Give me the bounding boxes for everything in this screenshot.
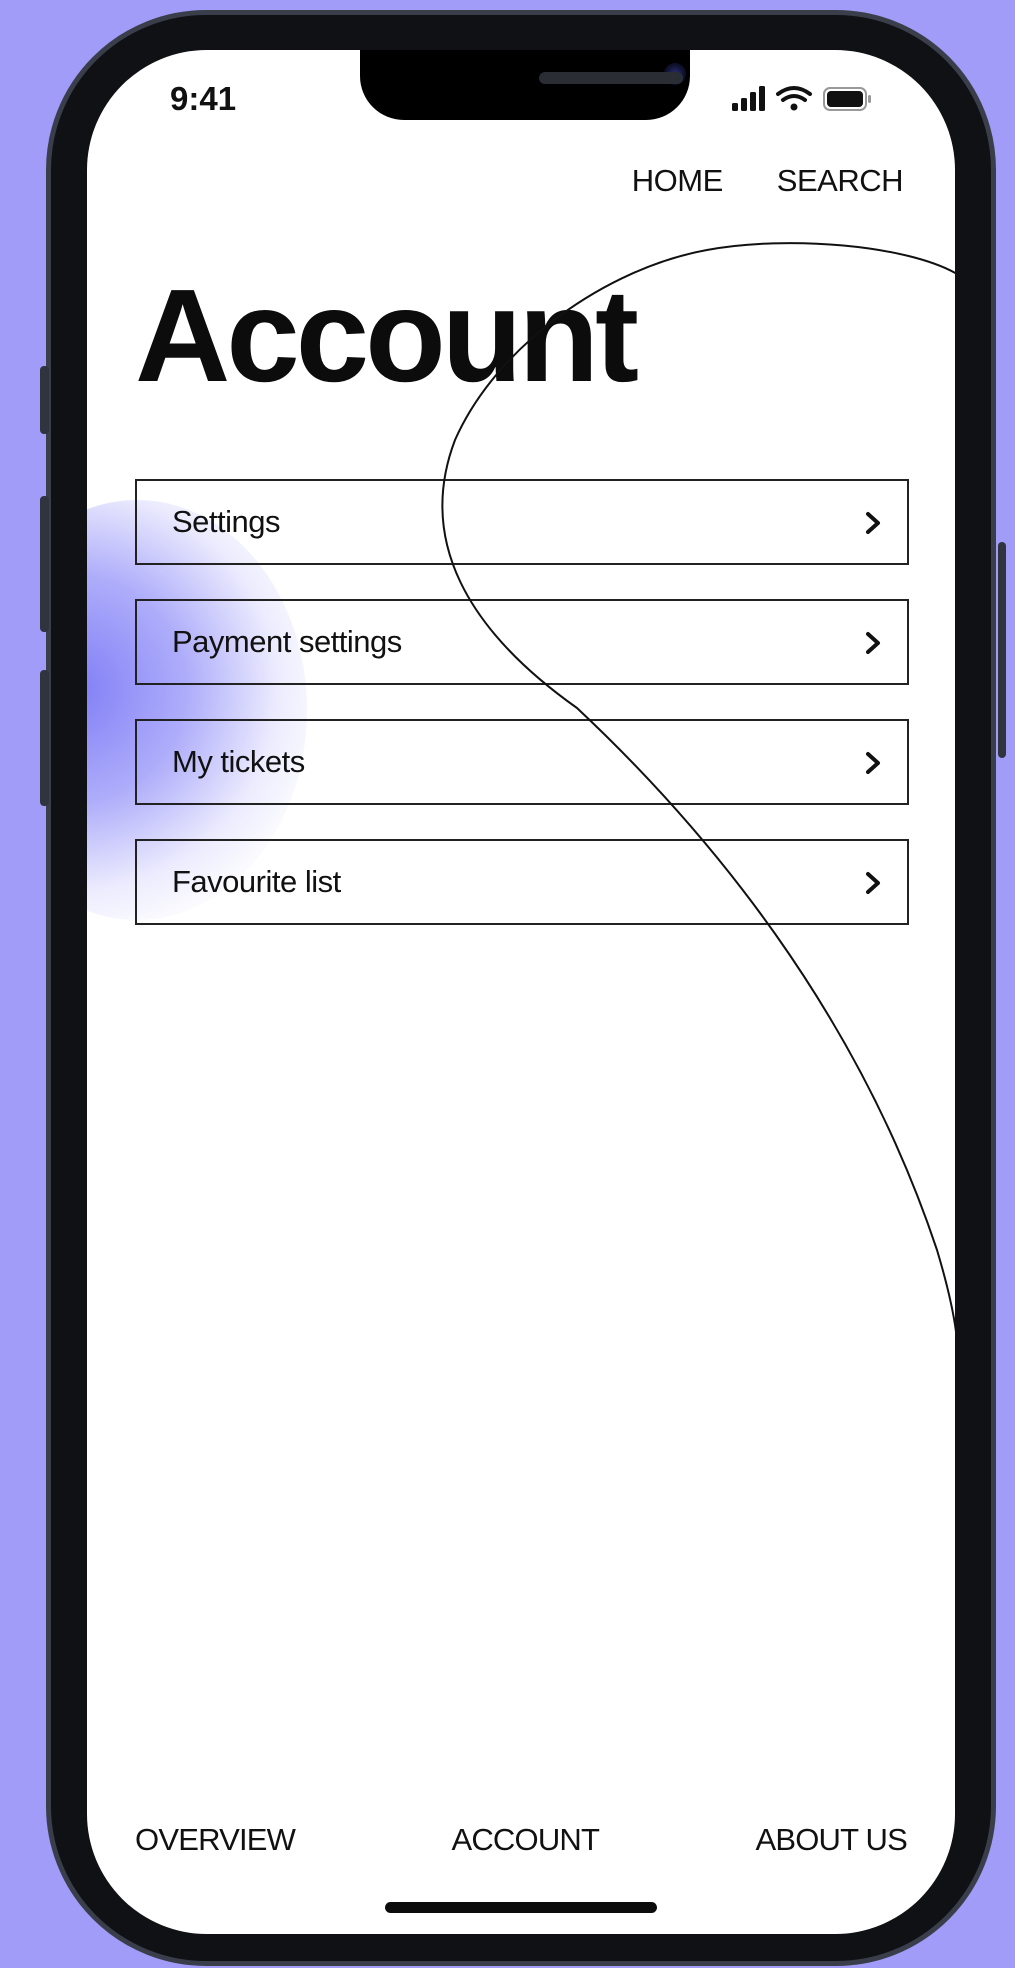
chevron-right-icon: [866, 872, 880, 894]
menu-item-settings[interactable]: Settings: [135, 479, 909, 565]
phone-screen: 9:41 HOME SEARCH Account Settings Paymen…: [87, 50, 955, 1934]
chevron-right-icon: [866, 632, 880, 654]
menu-item-my-tickets[interactable]: My tickets: [135, 719, 909, 805]
home-indicator[interactable]: [385, 1902, 657, 1913]
power-button: [998, 542, 1006, 758]
chevron-right-icon: [866, 512, 880, 534]
menu-item-label: Payment settings: [172, 624, 402, 659]
wifi-icon: [776, 86, 812, 111]
status-time: 9:41: [170, 80, 237, 117]
nav-overview-link[interactable]: OVERVIEW: [135, 1822, 296, 1858]
status-icons: [732, 86, 871, 111]
chevron-right-icon: [866, 752, 880, 774]
nav-about-us-link[interactable]: ABOUT US: [755, 1822, 907, 1858]
page-title: Account: [135, 262, 639, 409]
volume-down-button: [40, 670, 49, 806]
volume-up-button: [40, 496, 49, 632]
menu-item-label: My tickets: [172, 744, 305, 779]
account-menu: Settings Payment settings My tickets Fav…: [135, 479, 909, 959]
notch: [360, 50, 690, 120]
top-nav: HOME SEARCH: [632, 163, 904, 199]
mute-switch: [40, 366, 49, 434]
menu-item-payment-settings[interactable]: Payment settings: [135, 599, 909, 685]
nav-home-link[interactable]: HOME: [632, 163, 724, 199]
battery-icon: [823, 87, 871, 111]
menu-item-favourite-list[interactable]: Favourite list: [135, 839, 909, 925]
menu-item-label: Favourite list: [172, 864, 341, 899]
nav-account-link[interactable]: ACCOUNT: [451, 1822, 599, 1858]
earpiece-speaker: [539, 72, 683, 84]
cellular-signal-icon: [732, 86, 765, 111]
bottom-nav: OVERVIEW ACCOUNT ABOUT US: [135, 1822, 908, 1858]
nav-search-link[interactable]: SEARCH: [777, 163, 904, 199]
menu-item-label: Settings: [172, 504, 281, 539]
